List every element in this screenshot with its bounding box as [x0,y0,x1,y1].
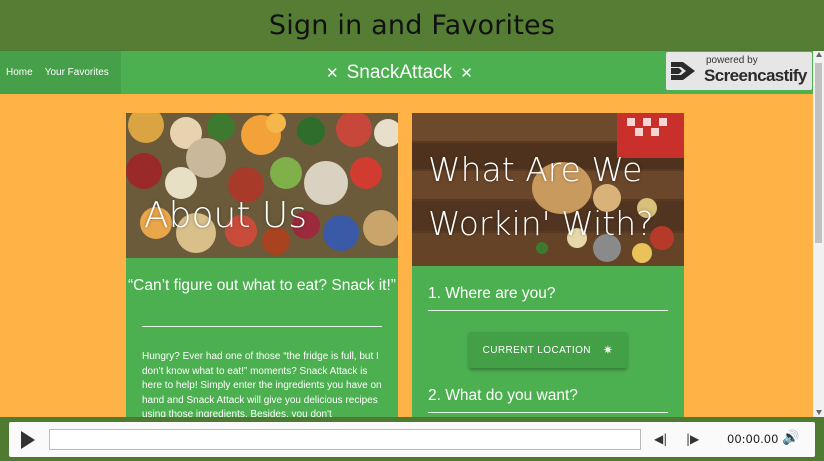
navbar: Home Your Favorites ✕ SnackAttack ✕ powe… [0,51,813,94]
about-divider [142,326,382,327]
recording-title-bar: Sign in and Favorites [0,0,824,50]
scroll-thumb[interactable] [815,63,822,243]
about-body-text: Hungry? Ever had one of those “the fridg… [142,351,382,417]
utensils-icon: ✕ [326,64,339,82]
playback-time: 00:00.00 [727,432,779,446]
about-card: About Us “Can’t figure out what to eat? … [126,113,398,417]
utensils-icon: ✕ [460,64,473,82]
nav-links: Home Your Favorites [0,51,121,94]
step-2-heading: 2. What do you want? [428,387,578,404]
nav-favorites-link[interactable]: Your Favorites [39,67,115,78]
about-hero-title: About Us [144,195,307,236]
skip-back-icon[interactable]: ◀| [654,432,667,446]
step-2-divider [428,412,668,413]
screencastify-logo-icon [671,62,695,80]
about-hero-image: About Us [126,113,398,258]
working-card: What Are We Workin' With? 1. Where are y… [412,113,684,417]
page-scrollbar[interactable] [813,51,824,417]
step-1-heading: 1. Where are you? [428,285,556,302]
browser-viewport: Home Your Favorites ✕ SnackAttack ✕ powe… [0,51,813,417]
screencastify-badge: powered by Screencastify [666,52,812,90]
video-player-bar: ◀| |▶ 00:00.00 🔊 [0,418,824,461]
screencastify-label: Screencastify [704,66,807,85]
scroll-up-icon[interactable] [816,52,822,57]
recording-title: Sign in and Favorites [268,9,556,41]
nav-home-link[interactable]: Home [0,67,39,78]
working-hero-title: What Are We Workin' With? [428,150,654,243]
player-controls: ◀| |▶ 00:00.00 🔊 [9,422,815,457]
brand-logo[interactable]: ✕ SnackAttack ✕ [318,51,481,94]
seek-bar[interactable] [49,429,641,450]
skip-forward-icon[interactable]: |▶ [686,432,699,446]
scroll-down-icon[interactable] [816,410,822,415]
volume-icon[interactable]: 🔊 [782,430,799,446]
powered-by-label: powered by [706,55,758,66]
about-quote: “Can’t figure out what to eat? Snack it!… [128,277,396,294]
play-icon[interactable] [21,431,35,449]
crosshair-icon: ✷ [602,343,614,357]
current-location-button[interactable]: CURRENT LOCATION ✷ [469,332,627,368]
current-location-label: CURRENT LOCATION [482,344,591,356]
step-1-divider [428,310,668,311]
brand-name: SnackAttack [346,61,453,83]
working-hero-image: What Are We Workin' With? [412,113,684,266]
